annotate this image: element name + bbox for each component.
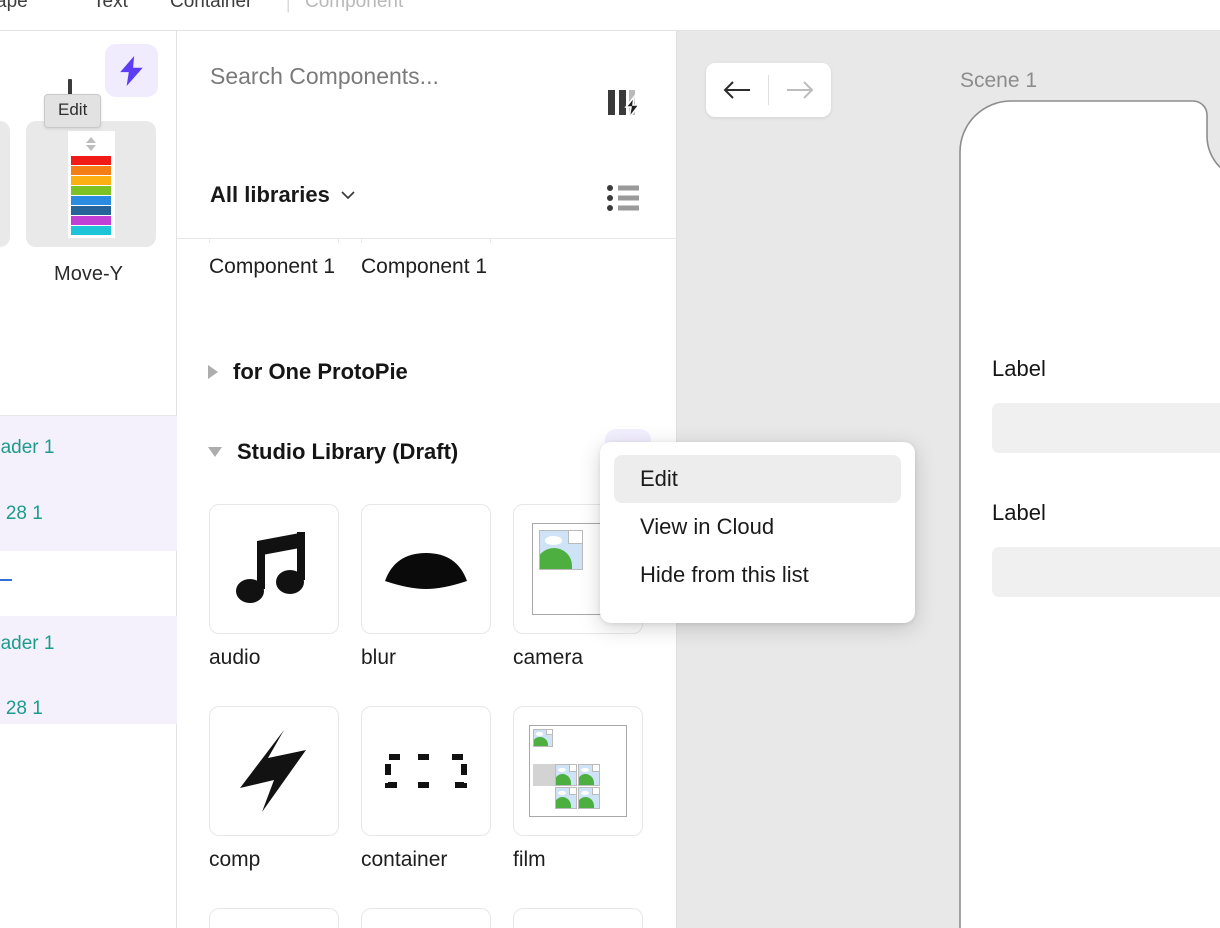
field-input-2[interactable] [992, 547, 1220, 597]
context-menu-item-edit[interactable]: Edit [614, 455, 901, 503]
component-tile-container[interactable] [361, 706, 491, 836]
forward-button[interactable] [769, 79, 831, 101]
layer-row-label: d 28 1 [0, 698, 43, 719]
component-grid-item[interactable]: blur [361, 504, 491, 670]
component-tile-film[interactable] [513, 706, 643, 836]
component-name: audio [209, 646, 261, 669]
color-bar [71, 175, 111, 185]
component-tile-comp[interactable] [209, 706, 339, 836]
toolbar-item-text[interactable]: Text [93, 0, 128, 13]
component-tile-bar-icon[interactable] [513, 908, 643, 928]
thumbnail-card-move-y[interactable] [26, 121, 156, 247]
context-menu-item-hide-from-this-list[interactable]: Hide from this list [614, 551, 901, 599]
layer-row[interactable]: eader 1 [0, 616, 177, 681]
toolbar-separator: | [286, 0, 291, 13]
component-name: film [513, 848, 546, 871]
layer-row[interactable]: e [0, 551, 177, 616]
search-input[interactable] [210, 63, 590, 90]
back-button[interactable] [706, 79, 768, 101]
layer-row-label: eader 1 [0, 437, 55, 458]
library-filter-row: All libraries [177, 126, 677, 211]
color-bar [71, 195, 111, 205]
lightning-bolt-icon [240, 730, 306, 812]
library-section-label: Studio Library (Draft) [237, 439, 459, 464]
layer-row[interactable]: eader 1 [0, 416, 177, 486]
list-view-icon[interactable] [607, 184, 639, 217]
component-name: camera [513, 646, 584, 669]
component-grid-item[interactable]: container [361, 706, 491, 872]
component-grid-item[interactable] [209, 908, 339, 928]
thumbnail-card-partial[interactable] [0, 121, 10, 247]
blur-ellipse-icon [385, 553, 467, 589]
toolbar-item-container[interactable]: Container [170, 0, 252, 13]
field-label-1: Label [992, 356, 1046, 381]
clipped-component-card-2[interactable] [361, 239, 491, 243]
library-section-studio-library-draft[interactable]: Studio Library (Draft) [208, 439, 458, 465]
color-bar [71, 205, 111, 215]
clipped-component-label-1: Component 1 [209, 255, 336, 278]
component-grid-item[interactable] [361, 908, 491, 928]
edit-tooltip: Edit [44, 94, 102, 128]
chevron-down-icon [341, 191, 355, 199]
libraries-lightning-icon[interactable] [607, 88, 643, 127]
interaction-preview-area: Edit Move-Y [0, 31, 176, 416]
film-grid-icon [529, 725, 627, 817]
layer-list: eader 1 d 28 1 e eader 1 d 28 1 [0, 416, 177, 724]
component-grid-item[interactable]: audio [209, 504, 339, 670]
thumbnail-label: Move-Y [54, 263, 123, 285]
layer-row-label: d 28 1 [0, 503, 43, 524]
layer-row[interactable]: d 28 1 [0, 486, 177, 551]
component-tile-image-doc-icon[interactable] [209, 908, 339, 928]
component-name: comp [209, 848, 261, 871]
search-row [177, 31, 677, 126]
layer-row-label: eader 1 [0, 633, 55, 654]
color-bar [71, 215, 111, 225]
triangle-right-icon [208, 365, 218, 379]
color-bar-stack [71, 155, 111, 235]
top-toolbar: ape Text Container | Component [0, 0, 1220, 31]
library-context-menu: Edit View in Cloud Hide from this list [600, 442, 915, 623]
color-bar [71, 225, 111, 235]
component-tile-blur[interactable] [361, 504, 491, 634]
color-bar [71, 155, 111, 165]
component-grid-item[interactable]: film [513, 706, 643, 872]
color-bar [71, 185, 111, 195]
thumbnail-preview [67, 130, 115, 238]
arrow-right-icon [787, 81, 814, 99]
library-section-label: for One ProtoPie [233, 359, 408, 384]
component-tile-audio[interactable] [209, 504, 339, 634]
spinner-arrows-icon [86, 136, 96, 151]
component-tile-dark-rect-icon[interactable] [361, 908, 491, 928]
field-input-1[interactable] [992, 403, 1220, 453]
left-panel: Edit Move-Y eader 1 d 28 1 e eader 1 d 28 1 [0, 31, 177, 928]
layer-row[interactable]: d 28 1 [0, 681, 177, 724]
dashed-container-icon [385, 754, 467, 788]
scene-title: Scene 1 [960, 69, 1038, 92]
arrow-left-icon [723, 81, 750, 99]
clipped-component-card-1[interactable] [209, 239, 339, 243]
library-section-for-one-protopie[interactable]: for One ProtoPie [208, 359, 408, 385]
clipped-component-label-2: Component 1 [361, 255, 488, 278]
triangle-down-icon [208, 447, 222, 457]
music-note-icon [236, 532, 305, 603]
navigation-button-group [706, 63, 831, 117]
context-menu-item-view-in-cloud[interactable]: View in Cloud [614, 503, 901, 551]
component-name: blur [361, 646, 397, 669]
component-name: container [361, 848, 448, 871]
field-label-2: Label [992, 500, 1046, 525]
library-filter-label: All libraries [210, 182, 330, 207]
lightning-bolt-icon [119, 55, 143, 86]
component-grid-item[interactable]: comp [209, 706, 339, 872]
component-grid-item[interactable] [513, 908, 643, 928]
image-placeholder-icon [532, 523, 608, 615]
library-filter-dropdown[interactable]: All libraries [210, 182, 355, 208]
layer-row-underline [0, 579, 12, 581]
color-bar [71, 165, 111, 175]
trigger-lightning-badge[interactable] [105, 44, 158, 97]
toolbar-item-component[interactable]: Component [305, 0, 403, 13]
toolbar-item-shape[interactable]: ape [0, 0, 28, 13]
